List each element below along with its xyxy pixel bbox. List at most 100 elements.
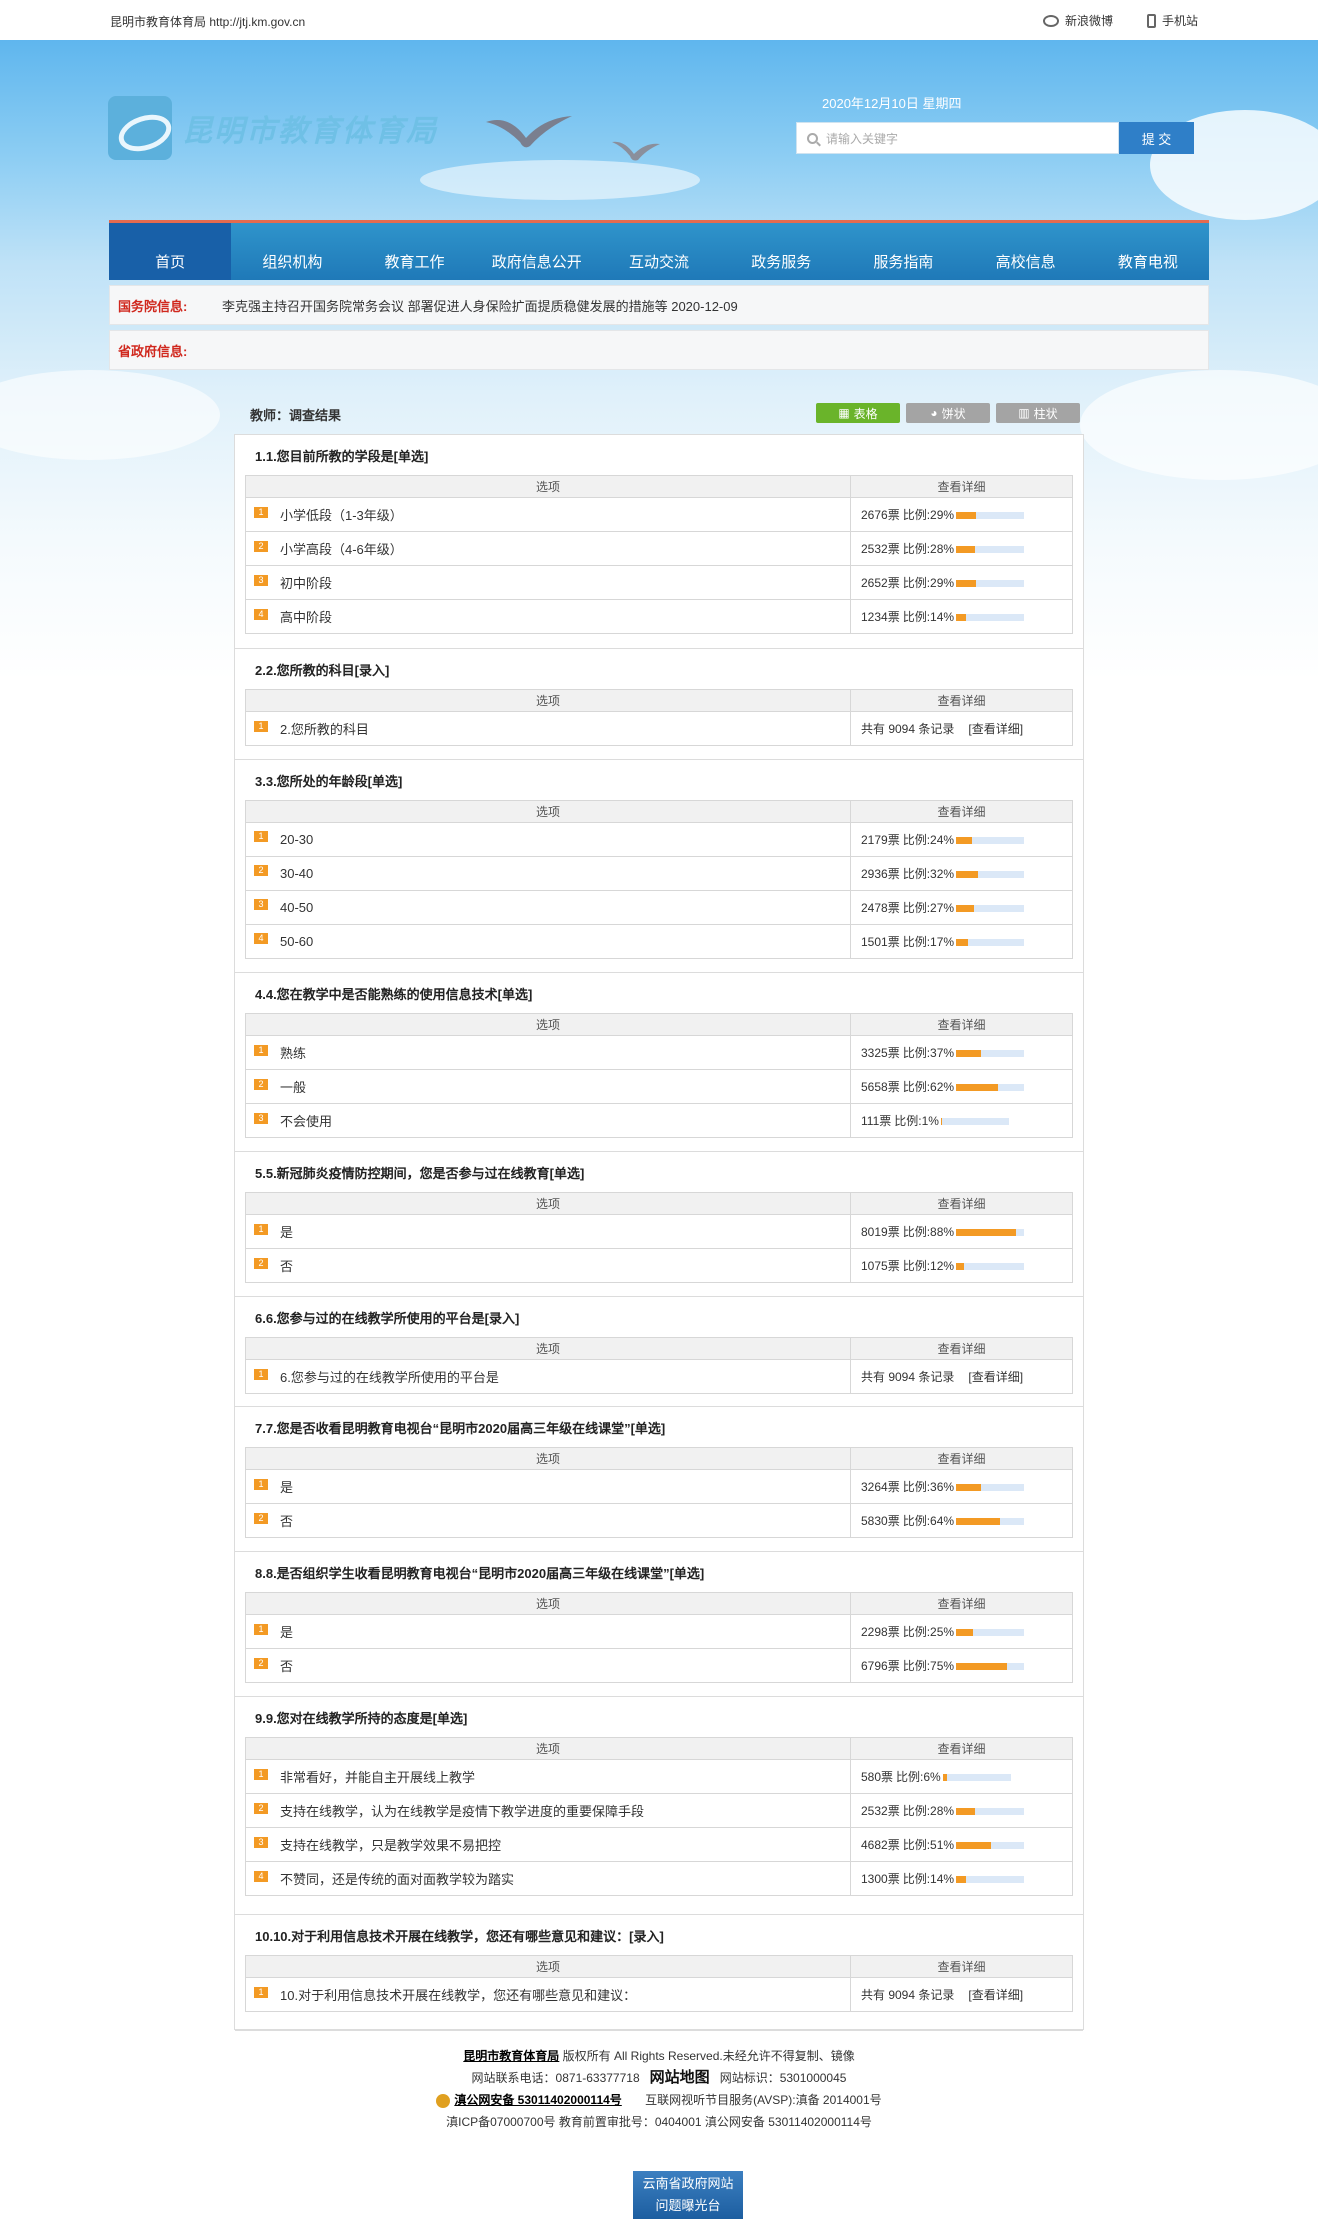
question-title: 7.7.您是否收看昆明教育电视台“昆明市2020届高三年级在线课堂”[单选] bbox=[255, 1421, 666, 1436]
cloud-decoration bbox=[420, 160, 700, 200]
gov-problem-report-badge[interactable]: 云南省政府网站 问题曝光台 bbox=[633, 2171, 743, 2219]
mobile-site-link[interactable]: 手机站 bbox=[1146, 12, 1198, 29]
police-record-link[interactable]: 滇公网安备 53011402000114号 bbox=[454, 2093, 621, 2107]
question-block: 6.6.您参与过的在线教学所使用的平台是[录入] 选项 查看详细 1 6.您参与过的在线… bbox=[235, 1297, 1083, 1407]
option-label: 6.您参与过的在线教学所使用的平台是 bbox=[280, 1370, 499, 1385]
column-header-option: 选项 bbox=[245, 1013, 851, 1036]
result-cell: 5830票 比例:64% bbox=[850, 1503, 1073, 1538]
result-cell: 1300票 比例:14% bbox=[850, 1861, 1073, 1896]
vote-count: 2532票 bbox=[861, 542, 900, 556]
vote-count: 8019票 bbox=[861, 1225, 900, 1239]
sitemap-link[interactable]: 网站地图 bbox=[650, 2069, 710, 2086]
option-number-icon: 3 bbox=[254, 1837, 268, 1849]
nav-item-education-work[interactable]: 教育工作 bbox=[353, 223, 475, 280]
nav-item-interaction[interactable]: 互动交流 bbox=[598, 223, 720, 280]
question-block: 10.10.对于利用信息技术开展在线教学，您还有哪些意见和建议：[录入] 选项 查看… bbox=[235, 1915, 1083, 2031]
vote-ratio: 比例:28% bbox=[902, 542, 955, 556]
nav-item-home[interactable]: 首页 bbox=[109, 223, 232, 280]
option-number-icon: 1 bbox=[254, 1624, 268, 1636]
option-cell: 1 非常看好，并能自主开展线上教学 bbox=[245, 1759, 851, 1794]
vote-ratio: 比例:6% bbox=[896, 1770, 941, 1784]
table-header-row: 选项 查看详细 bbox=[245, 1955, 1073, 1978]
results-table: 选项 查看详细 1 10.对于利用信息技术开展在线教学，您还有哪些意见和建议： 共有 9… bbox=[245, 1955, 1073, 2012]
province-notice: 省政府信息: bbox=[109, 330, 1209, 370]
search-input[interactable]: 请输入关键字 bbox=[796, 122, 1119, 154]
option-label: 20-30 bbox=[280, 832, 314, 847]
top-bar: 昆明市教育体育局 http://jtj.km.gov.cn 新浪微博 手机站 bbox=[0, 0, 1318, 40]
vote-count: 2298票 bbox=[861, 1625, 900, 1639]
result-cell: 4682票 比例:51% bbox=[850, 1827, 1073, 1862]
nav-item-guide[interactable]: 服务指南 bbox=[842, 223, 964, 280]
ratio-bar-fill bbox=[956, 614, 966, 622]
notice-link[interactable]: 李克强主持召开国务院常务会议 部署促进人身保险扩面提质稳健发展的措施等 2020… bbox=[222, 296, 738, 315]
results-table: 选项 查看详细 1 20-30 2179票 比例:24% 2 30-40 2936票 比例:32%… bbox=[245, 800, 1073, 959]
site-name: 昆明市教育体育局 http://jtj.km.gov.cn bbox=[110, 15, 306, 29]
vote-count: 3264票 bbox=[861, 1480, 900, 1494]
pie-view-button[interactable]: ◕ 饼状 bbox=[906, 403, 990, 423]
seagull-icon bbox=[612, 141, 660, 161]
option-label: 小学低段（1-3年级） bbox=[280, 508, 403, 523]
column-header-option: 选项 bbox=[245, 1955, 851, 1978]
table-row: 3 不会使用 111票 比例:1% bbox=[245, 1103, 1073, 1138]
weibo-link[interactable]: 新浪微博 bbox=[1042, 12, 1113, 29]
cloud-decoration bbox=[0, 370, 220, 460]
footer-site-id: 5301000045 bbox=[779, 2071, 847, 2085]
option-label: 50-60 bbox=[280, 934, 314, 949]
view-detail-link[interactable]: [查看详细] bbox=[968, 1988, 1023, 2002]
vote-count: 1300票 bbox=[861, 1872, 900, 1886]
nav-item-universities[interactable]: 高校信息 bbox=[965, 223, 1087, 280]
footer-owner-link[interactable]: 昆明市教育体育局 bbox=[463, 2049, 559, 2063]
option-number-icon: 1 bbox=[254, 1224, 268, 1236]
option-cell: 1 2.您所教的科目 bbox=[245, 711, 851, 746]
vote-count: 1075票 bbox=[861, 1259, 900, 1273]
view-detail-link[interactable]: [查看详细] bbox=[968, 722, 1023, 736]
search-bar: 请输入关键字 提 交 bbox=[796, 122, 1194, 154]
ratio-bar bbox=[956, 1084, 1025, 1092]
option-label: 熟练 bbox=[280, 1046, 307, 1061]
table-row: 2 否 6796票 比例:75% bbox=[245, 1648, 1073, 1683]
bar-view-button[interactable]: ▥ 柱状 bbox=[996, 403, 1080, 423]
ratio-bar-fill bbox=[940, 1118, 942, 1126]
ratio-bar bbox=[956, 1518, 1025, 1526]
ratio-bar bbox=[956, 1263, 1025, 1271]
nav-item-organization[interactable]: 组织机构 bbox=[231, 223, 353, 280]
ratio-bar-fill bbox=[956, 1518, 1000, 1526]
nav-item-services[interactable]: 政务服务 bbox=[720, 223, 842, 280]
vote-count: 2478票 bbox=[861, 901, 900, 915]
table-row: 1 20-30 2179票 比例:24% bbox=[245, 822, 1073, 857]
table-header-row: 选项 查看详细 bbox=[245, 1013, 1073, 1036]
option-number-icon: 2 bbox=[254, 541, 268, 553]
vote-count: 111票 bbox=[861, 1114, 892, 1128]
vote-ratio: 比例:27% bbox=[902, 901, 955, 915]
option-number-icon: 2 bbox=[254, 1258, 268, 1270]
column-header-detail: 查看详细 bbox=[850, 1013, 1073, 1036]
search-placeholder: 请输入关键字 bbox=[826, 131, 899, 146]
view-detail-link[interactable]: [查看详细] bbox=[968, 1370, 1023, 1384]
ratio-bar-fill bbox=[956, 871, 978, 879]
nav-item-education-tv[interactable]: 教育电视 bbox=[1087, 223, 1209, 280]
vote-ratio: 比例:14% bbox=[902, 610, 955, 624]
table-view-button[interactable]: ▦ 表格 bbox=[816, 403, 900, 423]
vote-count: 2936票 bbox=[861, 867, 900, 881]
column-header-detail: 查看详细 bbox=[850, 800, 1073, 823]
site-logo[interactable]: 昆明市教育体育局 bbox=[108, 96, 438, 160]
police-badge-icon bbox=[436, 2093, 451, 2108]
result-cell: 3325票 比例:37% bbox=[850, 1035, 1073, 1070]
column-header-option: 选项 bbox=[245, 1447, 851, 1470]
option-number-icon: 2 bbox=[254, 865, 268, 877]
table-row: 1 6.您参与过的在线教学所使用的平台是 共有 9094 条记录 [查看详细] bbox=[245, 1359, 1073, 1394]
search-submit-button[interactable]: 提 交 bbox=[1119, 122, 1194, 154]
option-number-icon: 4 bbox=[254, 609, 268, 621]
option-cell: 1 小学低段（1-3年级） bbox=[245, 497, 851, 532]
search-icon bbox=[807, 132, 818, 144]
option-cell: 1是 bbox=[245, 1614, 851, 1649]
ratio-bar bbox=[956, 1842, 1025, 1850]
option-number-icon: 2 bbox=[254, 1803, 268, 1815]
nav-item-gov-info[interactable]: 政府信息公开 bbox=[476, 223, 598, 280]
vote-count: 5830票 bbox=[861, 1514, 900, 1528]
question-block: 7.7.您是否收看昆明教育电视台“昆明市2020届高三年级在线课堂”[单选] 选项… bbox=[235, 1407, 1083, 1552]
option-cell: 1 20-30 bbox=[245, 822, 851, 857]
question-title: 1.1.您目前所教的学段是[单选] bbox=[255, 449, 429, 464]
option-label: 支持在线教学，认为在线教学是疫情下教学进度的重要保障手段 bbox=[280, 1804, 645, 1819]
option-number-icon: 1 bbox=[254, 1769, 268, 1781]
